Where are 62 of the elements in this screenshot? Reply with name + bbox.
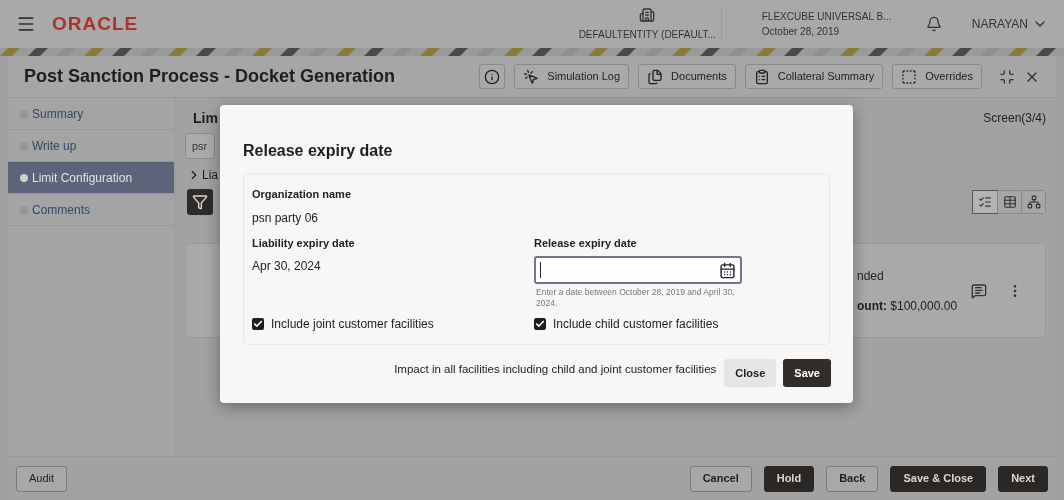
check-icon [535, 319, 545, 329]
impact-note: Impact in all facilities including child and joint customer facilities [394, 362, 717, 378]
app-date: October 28, 2019 [761, 25, 841, 39]
clipboard-icon [753, 68, 770, 85]
documents-icon [647, 68, 664, 85]
cursor-click-icon [523, 68, 540, 85]
logo: ORACLE [52, 11, 139, 36]
dashed-square-icon [901, 68, 918, 85]
toolbar-button[interactable]: Overrides [892, 64, 982, 89]
info-icon [484, 68, 501, 85]
toolbar-button[interactable]: Simulation Log [514, 64, 630, 89]
sidebar-item[interactable]: Limit Configuration [8, 162, 174, 194]
field-value: Apr 30, 2024 [252, 258, 322, 275]
checkbox-label: Include child customer facilities [553, 316, 719, 333]
footer-button[interactable]: Back [826, 465, 879, 492]
app-name: FLEXCUBE UNIVERSAL B... [761, 10, 893, 24]
field-value: psn party 06 [252, 209, 320, 227]
toolbar-button[interactable]: Collateral Summary [744, 64, 884, 89]
section-heading: Lim [193, 108, 218, 128]
user-menu[interactable]: NARAYAN [971, 15, 1048, 33]
field-label: Release expiry date [534, 235, 638, 251]
dialog-button[interactable]: Close [724, 359, 777, 387]
checkbox[interactable] [252, 318, 264, 330]
menu-icon[interactable] [16, 14, 36, 34]
sidebar-item[interactable]: Summary [8, 98, 174, 130]
field-label: Organization name [252, 187, 353, 202]
hint-text: Enter a date between October 28, 2019 and April 30, 2024. [535, 287, 736, 309]
info-button[interactable] [479, 64, 506, 89]
date-field[interactable] [534, 256, 742, 284]
table-icon [1002, 195, 1017, 209]
bell-icon[interactable] [925, 16, 942, 32]
filter-icon [192, 194, 208, 210]
building-icon[interactable] [639, 6, 656, 23]
entity-name: DEFAULTENTITY (DEFAULT... [578, 27, 716, 42]
search-field[interactable]: psr [185, 133, 215, 159]
view-button[interactable] [973, 191, 997, 213]
sidebar-item[interactable]: Comments [8, 194, 174, 226]
collapse-icon[interactable] [999, 68, 1015, 85]
calendar-icon[interactable] [719, 261, 736, 279]
page-title: Post Sanction Process - Docket Generation [24, 65, 396, 88]
accordion-title: Lia [202, 167, 218, 184]
checkbox[interactable] [534, 318, 546, 330]
field-label: Liability expiry date [252, 235, 356, 251]
hierarchy-icon [1026, 195, 1041, 209]
filter-button[interactable] [187, 189, 213, 215]
list-icon [978, 195, 992, 209]
footer-button[interactable]: Save & Close [890, 465, 987, 492]
checkbox-label: Include joint customer facilities [271, 316, 434, 333]
footer-button[interactable]: Cancel [689, 465, 752, 492]
amount-text: ount: $100,000.00 [857, 297, 958, 315]
dialog-title: Release expiry date [243, 141, 394, 161]
dialog-button[interactable]: Save [783, 359, 831, 387]
footer-button[interactable]: Audit [16, 465, 68, 492]
toolbar-button[interactable]: Documents [638, 64, 736, 89]
comment-icon[interactable] [971, 282, 988, 299]
footer-button[interactable]: Hold [763, 465, 815, 492]
footer-button[interactable]: Next [998, 465, 1048, 492]
screen-counter: Screen(3/4) [983, 110, 1046, 127]
status-text: nded [857, 267, 885, 285]
view-button[interactable] [997, 191, 1021, 213]
check-icon [253, 319, 263, 329]
view-button[interactable] [1021, 191, 1045, 213]
